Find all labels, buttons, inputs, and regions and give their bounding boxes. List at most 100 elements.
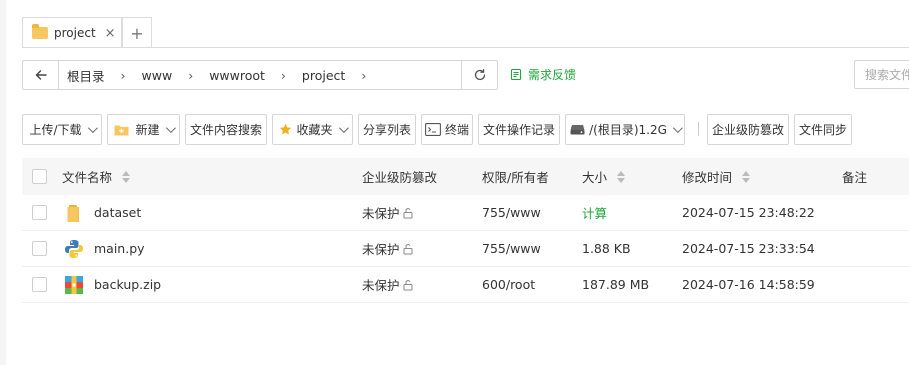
file-name: dataset [94, 205, 142, 220]
row-checkbox[interactable] [32, 195, 47, 230]
calculate-size-link[interactable]: 计算 [582, 195, 607, 230]
table-row[interactable]: backup.zip 未保护 600/root 187.89 MB 2024-0… [22, 267, 909, 303]
mtime-cell: 2024-07-16 14:58:59 [682, 277, 815, 292]
back-button[interactable] [23, 61, 59, 89]
file-name-cell[interactable]: main.py [64, 231, 145, 266]
column-name[interactable]: 文件名称 [62, 158, 131, 195]
add-tab-button[interactable]: + [122, 17, 152, 48]
folder-icon [67, 204, 79, 222]
content-search-button[interactable]: 文件内容搜索 [185, 114, 267, 145]
terminal-icon [425, 123, 441, 136]
file-sync-button[interactable]: 文件同步 [794, 114, 852, 145]
row-checkbox[interactable] [32, 231, 47, 266]
feedback-link[interactable]: 需求反馈 [510, 66, 576, 83]
file-manager-panel: project × + 根目录 › www › wwwroot › projec… [6, 0, 909, 365]
tab-label: project [54, 26, 96, 40]
mtime-cell: 2024-07-15 23:33:54 [682, 241, 815, 256]
operation-log-button[interactable]: 文件操作记录 [478, 114, 560, 145]
sort-icon[interactable] [742, 170, 751, 183]
content-search-label: 文件内容搜索 [189, 123, 262, 137]
row-checkbox[interactable] [32, 267, 47, 302]
sort-icon[interactable] [122, 170, 131, 183]
terminal-button[interactable]: 终端 [421, 114, 473, 145]
star-icon [280, 123, 292, 135]
toolbar-divider [698, 122, 699, 136]
sort-icon[interactable] [617, 170, 626, 183]
unlock-icon [403, 243, 413, 254]
new-button[interactable]: 新建 [107, 114, 180, 145]
zip-archive-icon [65, 275, 83, 294]
column-mtime-label: 修改时间 [682, 170, 733, 185]
chevron-right-icon: › [361, 67, 367, 83]
column-size-label: 大小 [582, 170, 608, 185]
disk-label: /(根目录)1.2G [589, 123, 667, 137]
refresh-icon [474, 68, 485, 81]
chevron-right-icon: › [120, 67, 126, 83]
column-size[interactable]: 大小 [582, 158, 626, 195]
column-permission: 权限/所有者 [482, 158, 549, 195]
upload-download-label: 上传/下载 [29, 123, 82, 137]
tamper-status[interactable]: 未保护 [362, 195, 414, 230]
file-name: backup.zip [94, 277, 162, 292]
share-list-label: 分享列表 [362, 123, 411, 137]
feedback-label: 需求反馈 [528, 68, 577, 82]
chevron-down-icon [338, 123, 349, 134]
permission-cell[interactable]: 755/www [482, 231, 541, 266]
tamper-status-label: 未保护 [362, 206, 400, 221]
terminal-label: 终端 [444, 123, 469, 137]
breadcrumb-root[interactable]: 根目录 [67, 66, 105, 85]
chevron-down-icon [165, 123, 176, 134]
favorites-button[interactable]: 收藏夹 [272, 114, 353, 145]
file-name: main.py [94, 241, 145, 256]
chevron-down-icon [672, 123, 683, 134]
tamper-status-label: 未保护 [362, 242, 400, 257]
breadcrumb-wwwroot[interactable]: wwwroot [209, 68, 265, 83]
breadcrumb: 根目录 › www › wwwroot › project › [59, 61, 461, 89]
search-input[interactable] [854, 60, 909, 89]
column-tamper: 企业级防篡改 [362, 158, 437, 195]
permission-cell[interactable]: 755/www [482, 195, 541, 230]
table-row[interactable]: dataset 未保护 755/www 计算 2024-07-15 23:48:… [22, 195, 909, 231]
tab-project[interactable]: project × [22, 17, 122, 48]
breadcrumb-project[interactable]: project [302, 68, 345, 83]
column-mtime[interactable]: 修改时间 [682, 158, 751, 195]
column-name-label: 文件名称 [62, 170, 113, 185]
new-folder-icon [114, 125, 129, 136]
upload-download-button[interactable]: 上传/下载 [22, 114, 102, 145]
table-header: 文件名称 企业级防篡改 权限/所有者 大小 修改时间 备注 [22, 158, 909, 195]
tamper-status[interactable]: 未保护 [362, 231, 414, 266]
arrow-left-icon [35, 70, 47, 80]
size-cell: 187.89 MB [582, 277, 650, 292]
favorites-label: 收藏夹 [296, 123, 333, 137]
tamper-status[interactable]: 未保护 [362, 267, 414, 302]
chevron-right-icon: › [188, 67, 194, 83]
refresh-button[interactable] [461, 61, 497, 89]
chevron-right-icon: › [280, 67, 286, 83]
column-tamper-label: 企业级防篡改 [362, 170, 438, 185]
python-icon [65, 239, 83, 258]
share-list-button[interactable]: 分享列表 [358, 114, 416, 145]
tab-divider [22, 47, 909, 48]
mtime-cell: 2024-07-15 23:48:22 [682, 205, 815, 220]
feedback-icon [510, 68, 522, 81]
table-row[interactable]: main.py 未保护 755/www 1.88 KB 2024-07-15 2… [22, 231, 909, 267]
column-permission-label: 权限/所有者 [482, 170, 549, 185]
file-name-cell[interactable]: dataset [64, 195, 141, 230]
tamper-proof-button[interactable]: 企业级防篡改 [707, 114, 789, 145]
file-sync-label: 文件同步 [798, 123, 847, 137]
breadcrumb-www[interactable]: www [142, 68, 173, 83]
column-note-label: 备注 [842, 170, 868, 185]
disk-icon [570, 125, 585, 135]
permission-cell[interactable]: 600/root [482, 267, 535, 302]
new-label: 新建 [135, 123, 160, 137]
close-icon[interactable]: × [105, 26, 116, 41]
disk-select[interactable]: /(根目录)1.2G [565, 114, 685, 145]
select-all-checkbox[interactable] [32, 158, 47, 195]
tamper-proof-label: 企业级防篡改 [711, 123, 784, 137]
address-bar: 根目录 › www › wwwroot › project › [22, 60, 498, 90]
file-name-cell[interactable]: backup.zip [64, 267, 161, 302]
unlock-icon [403, 279, 413, 290]
operation-log-label: 文件操作记录 [482, 123, 555, 137]
column-note: 备注 [842, 158, 867, 195]
size-cell: 1.88 KB [582, 241, 631, 256]
